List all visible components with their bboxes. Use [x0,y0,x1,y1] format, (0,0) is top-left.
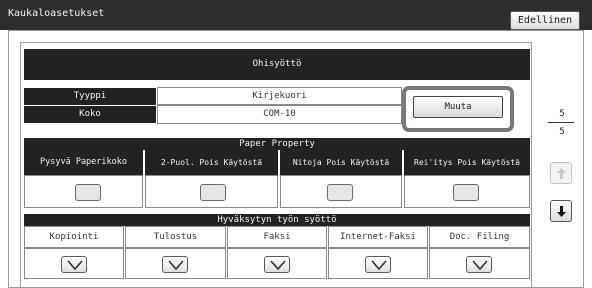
section-header: Ohisyöttö [24,49,530,80]
job-label-copy: Kopiointi [24,226,124,248]
paper-property-header: Paper Property [24,138,530,150]
copy-checkbox[interactable] [61,256,87,273]
arrow-down-icon [557,206,566,217]
current-page: 5 [559,109,565,119]
persistent-paper-size-checkbox[interactable] [75,184,101,201]
job-label-print: Tulostus [125,226,226,248]
paper-property-label-2: 2-Puol. Pois Käytöstä [145,150,278,175]
paper-property-label-1: Pysyvä Paperikoko [24,150,143,175]
scroll-down-button[interactable] [550,200,572,222]
back-button[interactable]: Edellinen [510,11,580,30]
change-button[interactable]: Muuta [413,96,503,118]
job-label-internet-fax: Internet-Faksi [328,226,428,248]
size-label: Koko [24,106,156,123]
doc-filing-checkbox[interactable] [466,256,492,273]
punch-disabled-checkbox[interactable] [453,184,479,201]
stapler-disabled-checkbox[interactable] [327,184,353,201]
internet-fax-checkbox[interactable] [365,256,391,273]
accepted-jobs-header: Hyväksytyn työn syöttö [24,214,530,226]
print-checkbox[interactable] [162,256,188,273]
check-icon [472,260,488,271]
fax-checkbox[interactable] [264,256,290,273]
total-pages: 5 [559,127,565,137]
window-title: Kaukaloasetukset [8,8,105,19]
check-icon [270,260,286,271]
page-divider [548,122,574,123]
paper-property-label-4: Rei'itys Pois Käytöstä [404,150,530,175]
job-label-doc-filing: Doc. Filing [429,226,530,248]
size-value: COM-10 [157,105,402,124]
type-label: Tyyppi [24,88,156,105]
check-icon [168,260,184,271]
check-icon [371,260,387,271]
type-value: Kirjekuori [157,87,402,105]
scroll-up-button[interactable] [550,162,572,184]
check-icon [67,260,83,271]
duplex-disabled-checkbox[interactable] [200,184,226,201]
title-bar: Kaukaloasetukset [0,0,592,30]
section-title: Ohisyöttö [252,59,302,69]
arrow-up-icon [557,168,566,179]
paper-property-label-3: Nitoja Pois Käytöstä [280,150,402,175]
job-label-fax: Faksi [227,226,327,248]
